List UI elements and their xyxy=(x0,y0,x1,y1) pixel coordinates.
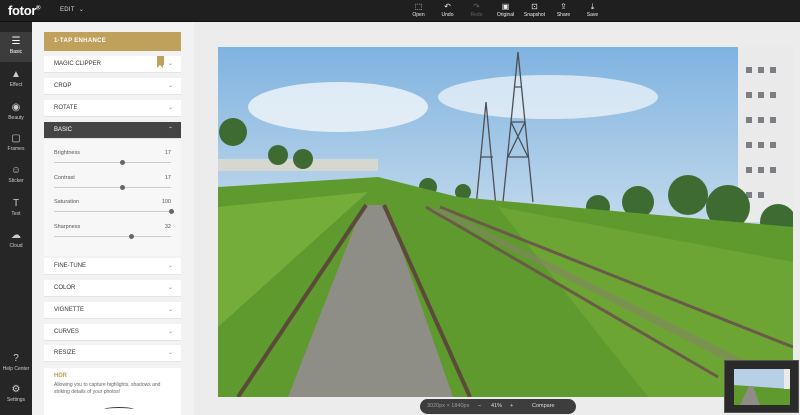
basic-panel: 1-TAP ENHANCE MAGIC CLIPPER ⌄ CROP ⌄ ROT… xyxy=(32,22,194,415)
fotor-logo[interactable]: fotor® xyxy=(8,3,41,18)
original-button[interactable]: ▣ Original xyxy=(491,2,520,20)
save-button[interactable]: ⤓ Save xyxy=(578,2,607,20)
effect-icon: ▲ xyxy=(11,69,21,80)
save-icon: ⤓ xyxy=(590,2,595,11)
railway-photo xyxy=(218,47,793,397)
rail-item-basic[interactable]: ☰ Basic xyxy=(0,32,32,62)
section-color[interactable]: COLOR ⌄ xyxy=(44,280,181,297)
rail-item-sticker[interactable]: ☺ Sticker xyxy=(0,161,32,191)
chevron-down-icon: ⌄ xyxy=(167,285,173,291)
saturation-slider[interactable]: Saturation 100 xyxy=(54,197,174,219)
zoom-bar: 3020px × 1840px − 41% + Compare xyxy=(420,399,576,414)
section-curves[interactable]: CURVES ⌄ xyxy=(44,324,181,341)
redo-icon: ↷ xyxy=(473,2,480,11)
chevron-down-icon: ⌄ xyxy=(167,329,173,335)
cloud-icon: ☁ xyxy=(11,230,21,241)
sticker-icon: ☺ xyxy=(10,165,22,176)
redo-button[interactable]: ↷ Redo xyxy=(462,2,491,20)
undo-button[interactable]: ↶ Undo xyxy=(433,2,462,20)
chevron-down-icon: ⌄ xyxy=(167,350,173,356)
edit-menu[interactable]: EDIT ⌄ xyxy=(60,6,84,13)
open-icon: ⬚ xyxy=(414,2,423,11)
frames-icon: ▢ xyxy=(11,133,21,144)
sharpness-slider[interactable]: Sharpness 32 xyxy=(54,222,171,244)
rail-item-settings[interactable]: ⚙ Settings xyxy=(0,380,32,410)
section-basic[interactable]: BASIC ⌃ xyxy=(44,122,181,139)
section-crop[interactable]: CROP ⌄ xyxy=(44,78,181,95)
toolbar: ⬚ Open ↶ Undo ↷ Redo ▣ Original ⊡ Snapshot ⇪ S… xyxy=(404,2,607,20)
slider-knob[interactable] xyxy=(119,160,125,165)
photo-preview[interactable] xyxy=(218,47,793,397)
chevron-up-icon: ⌃ xyxy=(167,127,173,133)
image-dimensions: 3020px × 1840px xyxy=(427,403,470,409)
rail-item-text[interactable]: T Text xyxy=(0,194,32,224)
undo-icon: ↶ xyxy=(444,2,451,11)
slider-knob[interactable] xyxy=(129,234,135,239)
section-magic-clipper[interactable]: MAGIC CLIPPER ⌄ xyxy=(44,56,181,73)
contrast-slider[interactable]: Contrast 17 xyxy=(54,173,171,195)
compare-button[interactable]: Compare xyxy=(532,399,555,414)
chevron-down-icon: ⌄ xyxy=(167,83,173,89)
share-button[interactable]: ⇪ Share xyxy=(549,2,578,20)
top-bar: fotor® EDIT ⌄ ⬚ Open ↶ Undo ↷ Redo ▣ Original… xyxy=(0,0,800,22)
chevron-down-icon: ⌄ xyxy=(167,307,173,313)
navigator-thumbnail[interactable] xyxy=(724,360,799,413)
brightness-slider[interactable]: Brightness 17 xyxy=(54,148,171,170)
rail-item-cloud[interactable]: ☁ Cloud xyxy=(0,226,32,256)
zoom-level: 41% xyxy=(491,403,503,409)
left-rail: ☰ Basic ▲ Effect ◉ Beauty ▢ Frames ☺ Sticker … xyxy=(0,22,32,415)
hdr-curve-icon xyxy=(104,407,134,412)
section-vignette[interactable]: VIGNETTE ⌄ xyxy=(44,302,181,319)
snapshot-icon: ⊡ xyxy=(531,2,538,11)
basic-sliders: Brightness 17 Contrast 17 Saturation 100… xyxy=(44,139,181,256)
chevron-down-icon: ⌄ xyxy=(167,263,173,269)
rail-item-effect[interactable]: ▲ Effect xyxy=(0,65,32,95)
slider-knob[interactable] xyxy=(169,209,174,214)
section-resize[interactable]: RESIZE ⌄ xyxy=(44,345,181,362)
chevron-down-icon: ⌄ xyxy=(167,61,173,67)
original-icon: ▣ xyxy=(501,2,510,11)
zoom-in-button[interactable]: + xyxy=(510,399,513,414)
section-fine-tune[interactable]: FINE-TUNE ⌄ xyxy=(44,258,181,275)
thumbnail-image xyxy=(734,369,790,405)
snapshot-button[interactable]: ⊡ Snapshot xyxy=(520,2,549,20)
bookmark-icon xyxy=(157,56,164,68)
section-rotate[interactable]: ROTATE ⌄ xyxy=(44,100,181,117)
hdr-card[interactable]: HDR Allowing you to capture highlights, … xyxy=(44,368,181,415)
help-icon: ? xyxy=(13,353,19,364)
settings-icon: ⚙ xyxy=(11,384,21,395)
zoom-out-button[interactable]: − xyxy=(478,399,481,414)
open-button[interactable]: ⬚ Open xyxy=(404,2,433,20)
text-icon: T xyxy=(12,198,20,209)
chevron-down-icon: ⌄ xyxy=(167,105,173,111)
rail-item-help-center[interactable]: ? Help Center xyxy=(0,349,32,379)
rail-item-beauty[interactable]: ◉ Beauty xyxy=(0,98,32,128)
rail-item-frames[interactable]: ▢ Frames xyxy=(0,129,32,159)
beauty-icon: ◉ xyxy=(11,102,21,113)
chevron-down-icon: ⌄ xyxy=(78,7,85,13)
sliders-icon: ☰ xyxy=(11,36,21,47)
one-tap-enhance-button[interactable]: 1-TAP ENHANCE xyxy=(44,32,181,51)
slider-knob[interactable] xyxy=(119,185,125,190)
share-icon: ⇪ xyxy=(560,2,567,11)
editor-canvas xyxy=(194,22,800,415)
